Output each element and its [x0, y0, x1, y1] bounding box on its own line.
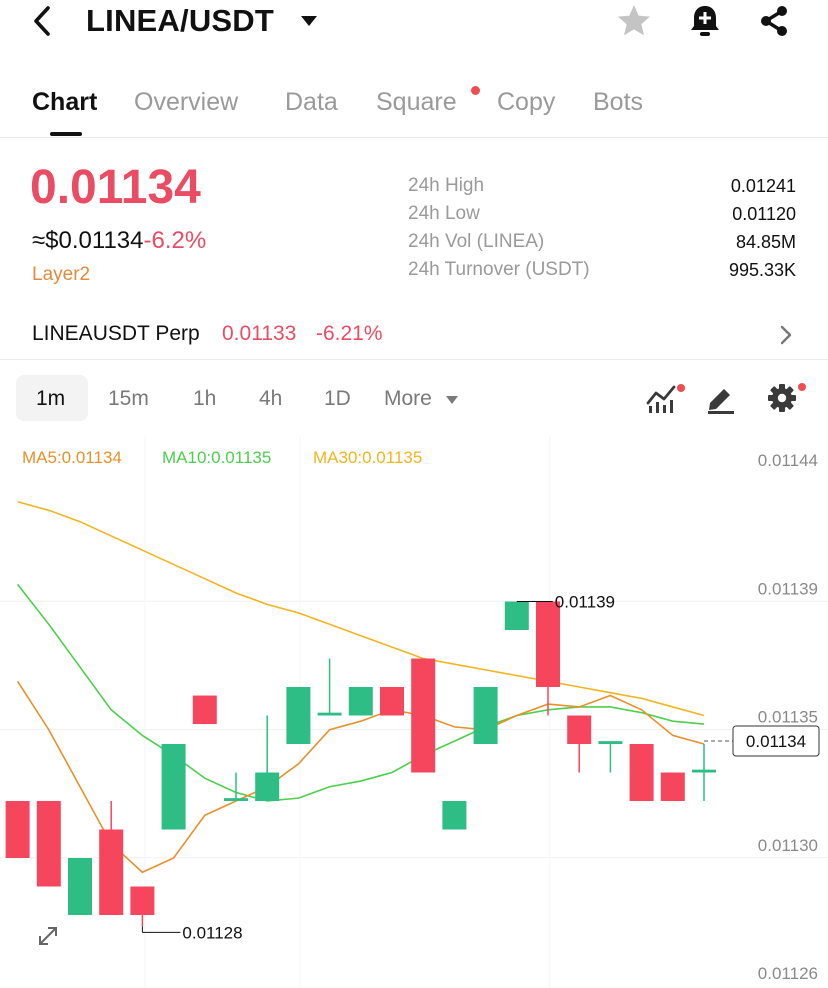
- tab-square[interactable]: Square: [376, 88, 457, 117]
- stat-label-low: 24h Low: [408, 203, 480, 224]
- timeframe-1m[interactable]: 1m: [36, 387, 65, 411]
- indicators-badge: [677, 384, 685, 392]
- candle-body: [68, 858, 92, 915]
- top-bar: LINEA/USDT: [0, 0, 828, 46]
- bell-alert-icon[interactable]: [688, 3, 722, 39]
- current-price-label: 0.01134: [746, 732, 806, 751]
- y-tick-label: 0.01144: [758, 451, 818, 470]
- candle-body: [411, 658, 436, 773]
- candle-body: [192, 695, 217, 725]
- timeframe-1d[interactable]: 1D: [324, 387, 351, 411]
- perp-link-row[interactable]: LINEAUSDT Perp 0.01133 -6.21%: [0, 312, 828, 356]
- stat-label-volume: 24h Vol (LINEA): [408, 231, 545, 252]
- candle-body: [5, 801, 30, 858]
- candle-body: [660, 772, 685, 801]
- last-price: 0.01134: [30, 161, 201, 214]
- back-icon[interactable]: [26, 4, 58, 38]
- tab-chart[interactable]: Chart: [32, 88, 97, 117]
- stat-value-turnover: 995.33K: [728, 260, 796, 280]
- candle-body: [442, 801, 467, 830]
- star-icon[interactable]: [616, 3, 652, 39]
- candle-body: [99, 829, 124, 915]
- stat-value-low: 0.01120: [732, 204, 796, 224]
- draw-icon[interactable]: [704, 381, 738, 415]
- candle-body: [130, 886, 155, 915]
- stat-value-high: 0.01241: [730, 176, 796, 196]
- tab-overview[interactable]: Overview: [134, 88, 238, 117]
- tab-copy[interactable]: Copy: [497, 88, 555, 117]
- tab-bar: Chart Overview Data Square Copy Bots: [0, 80, 828, 138]
- settings-icon[interactable]: [765, 381, 799, 415]
- stat-value-volume: 84.85M: [735, 232, 796, 252]
- usd-price-line: ≈$0.01134-6.2%: [32, 227, 206, 255]
- candlestick-chart[interactable]: 0.01144 0.01139 0.01135 0.01130 0.01126 0.011…: [0, 436, 828, 988]
- candle-body: [348, 687, 373, 716]
- expand-icon[interactable]: [30, 918, 66, 954]
- candle-body: [380, 687, 404, 716]
- perp-price: 0.01133: [222, 322, 297, 345]
- tab-data[interactable]: Data: [285, 88, 338, 117]
- candle-body: [224, 798, 248, 801]
- candle-body: [692, 769, 716, 773]
- y-tick-label: 0.01135: [758, 708, 818, 727]
- candle-body: [629, 744, 654, 801]
- stat-label-turnover: 24h Turnover (USDT): [408, 259, 590, 280]
- pair-title[interactable]: LINEA/USDT: [86, 3, 274, 39]
- caret-down-icon[interactable]: [300, 15, 318, 27]
- category-tag[interactable]: Layer2: [32, 264, 90, 286]
- candle-body: [255, 772, 280, 801]
- timeframe-more[interactable]: More: [384, 387, 432, 411]
- candle-body: [317, 712, 342, 716]
- caret-down-icon: [446, 396, 458, 404]
- notification-dot: [471, 86, 480, 95]
- price-change: -6.2%: [143, 227, 207, 254]
- timeframe-4h[interactable]: 4h: [259, 387, 282, 411]
- candle-body: [473, 687, 498, 744]
- share-icon[interactable]: [757, 3, 791, 39]
- candle-body: [161, 744, 186, 830]
- candle-body: [36, 801, 61, 887]
- candle-body: [504, 601, 529, 630]
- divider: [0, 359, 828, 360]
- tab-bots[interactable]: Bots: [593, 88, 643, 117]
- candle-body: [567, 715, 592, 744]
- max-label: 0.01139: [555, 593, 615, 612]
- settings-badge: [798, 383, 806, 391]
- usd-price: ≈$0.01134: [32, 227, 144, 254]
- chevron-right-icon: [780, 325, 792, 345]
- timeframe-1h[interactable]: 1h: [193, 387, 216, 411]
- y-tick-label: 0.01130: [758, 836, 818, 855]
- indicators-icon[interactable]: [645, 381, 679, 415]
- candle-body: [286, 687, 311, 744]
- stat-label-high: 24h High: [408, 175, 485, 196]
- y-tick-label: 0.01139: [758, 579, 818, 598]
- y-tick-label: 0.01126: [758, 964, 818, 983]
- min-label: 0.01128: [182, 923, 242, 942]
- perp-change: -6.21%: [316, 322, 383, 345]
- perp-name: LINEAUSDT Perp: [32, 322, 200, 345]
- candle-body: [536, 601, 560, 687]
- candle-body: [598, 741, 623, 744]
- timeframe-15m[interactable]: 15m: [108, 387, 149, 411]
- active-tab-indicator: [50, 132, 82, 136]
- divider: [0, 137, 828, 138]
